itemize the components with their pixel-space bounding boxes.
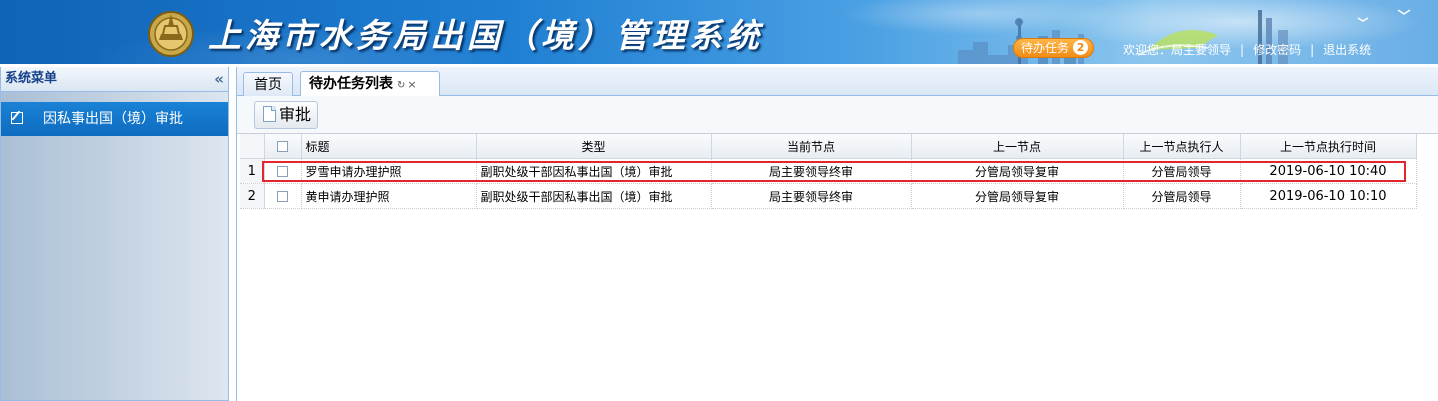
table-header-row: 标题 类型 当前节点 上一节点 上一节点执行人 上一节点执行时间	[240, 134, 1417, 159]
select-all-header	[264, 134, 302, 159]
column-header-prev-node[interactable]: 上一节点	[911, 134, 1124, 159]
change-password-link[interactable]: 修改密码	[1253, 43, 1301, 57]
logo-emblem-icon	[148, 11, 194, 57]
todo-tasks-button[interactable]: 待办任务 2	[1013, 38, 1095, 58]
cell-prev-executor: 分管局领导	[1123, 158, 1241, 184]
table-row[interactable]: 2 黄申请办理护照 副职处级干部因私事出国（境）审批 局主要领导终审 分管局领导…	[240, 183, 1417, 209]
sidebar: 系统菜单 « 因私事出国（境）审批	[0, 67, 229, 401]
select-all-checkbox[interactable]	[277, 141, 288, 152]
task-table: 标题 类型 当前节点 上一节点 上一节点执行人 上一节点执行时间 1 罗雪申请办…	[240, 134, 1417, 209]
cell-current-node: 局主要领导终审	[711, 158, 912, 184]
edit-icon	[11, 112, 23, 124]
sidebar-item-private-travel-approval[interactable]: 因私事出国（境）审批	[1, 102, 228, 136]
cell-title: 黄申请办理护照	[301, 183, 477, 209]
divider: |	[1310, 43, 1315, 57]
welcome-text: 欢迎您：局主要领导	[1123, 43, 1232, 57]
rownum-header	[240, 134, 265, 159]
row-checkbox[interactable]	[277, 166, 288, 177]
table-row[interactable]: 1 罗雪申请办理护照 副职处级干部因私事出国（境）审批 局主要领导终审 分管局领…	[240, 158, 1417, 184]
cell-prev-time: 2019-06-10 10:10	[1240, 183, 1417, 209]
divider: |	[1240, 43, 1245, 57]
sidebar-item-label: 因私事出国（境）审批	[43, 111, 183, 127]
row-number: 2	[240, 183, 265, 209]
user-links: 欢迎您：局主要领导 | 修改密码 | 退出系统	[1123, 41, 1371, 58]
task-grid: 标题 类型 当前节点 上一节点 上一节点执行人 上一节点执行时间 1 罗雪申请办…	[240, 134, 1417, 209]
tab-home[interactable]: 首页	[243, 72, 293, 96]
approve-button[interactable]: 审批	[254, 101, 319, 129]
row-checkbox[interactable]	[277, 191, 288, 202]
row-number: 1	[240, 158, 265, 184]
cell-prev-node: 分管局领导复审	[911, 183, 1124, 209]
sidebar-title: 系统菜单	[5, 71, 58, 86]
tab-todo-list[interactable]: 待办任务列表 ↻ ×	[300, 71, 440, 96]
column-header-prev-executor[interactable]: 上一节点执行人	[1123, 134, 1241, 159]
column-header-type[interactable]: 类型	[476, 134, 712, 159]
cell-prev-time: 2019-06-10 10:40	[1240, 158, 1417, 184]
tab-bar: 首页 待办任务列表 ↻ ×	[237, 67, 1438, 96]
column-header-prev-time[interactable]: 上一节点执行时间	[1240, 134, 1417, 159]
cell-type: 副职处级干部因私事出国（境）审批	[476, 158, 712, 184]
logout-link[interactable]: 退出系统	[1323, 43, 1371, 57]
row-select-cell	[264, 158, 302, 184]
main-panel: 首页 待办任务列表 ↻ × 审批 标题 类型 当前节点 上一节点 上一节点执行人…	[236, 67, 1438, 401]
app-title: 上海市水务局出国（境）管理系统	[208, 16, 763, 55]
app-header: 上海市水务局出国（境）管理系统 待办任务 2 欢迎您：局主要领导 | 修改密码 | 退出系…	[0, 0, 1438, 64]
cell-prev-node: 分管局领导复审	[911, 158, 1124, 184]
collapse-sidebar-icon[interactable]: «	[214, 67, 224, 91]
toolbar: 审批	[237, 96, 1438, 134]
cell-type: 副职处级干部因私事出国（境）审批	[476, 183, 712, 209]
todo-tasks-label: 待办任务	[1021, 41, 1070, 55]
refresh-icon[interactable]: ↻	[397, 80, 405, 91]
tab-label: 首页	[254, 77, 282, 93]
close-icon[interactable]: ×	[407, 78, 416, 91]
approve-label: 审批	[279, 105, 312, 124]
cell-title: 罗雪申请办理护照	[301, 158, 477, 184]
document-icon	[263, 106, 276, 122]
sidebar-header: 系统菜单 «	[1, 67, 228, 92]
cell-prev-executor: 分管局领导	[1123, 183, 1241, 209]
todo-count-badge: 2	[1073, 40, 1089, 55]
column-header-title[interactable]: 标题	[301, 134, 477, 159]
column-header-current-node[interactable]: 当前节点	[711, 134, 912, 159]
row-select-cell	[264, 183, 302, 209]
tab-label: 待办任务列表	[309, 76, 393, 92]
cell-current-node: 局主要领导终审	[711, 183, 912, 209]
